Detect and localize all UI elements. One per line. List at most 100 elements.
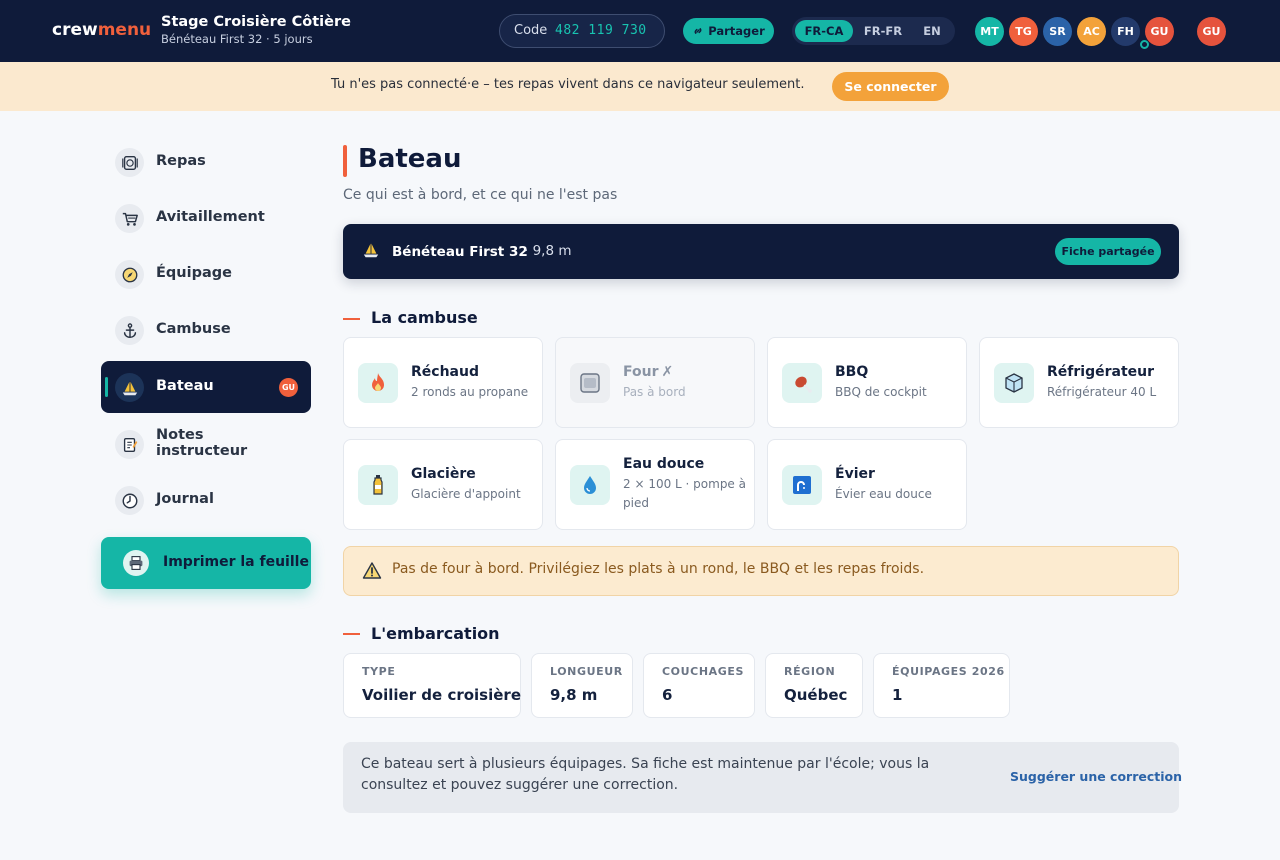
spec-value: 9,8 m xyxy=(550,686,598,704)
sidebar-item-equipage[interactable]: Équipage xyxy=(101,248,311,300)
trip-code-value: 482 119 730 xyxy=(555,23,647,38)
page-subtitle: Ce qui est à bord, et ce qui ne l'est pa… xyxy=(343,187,618,203)
equipment-card-eau-douce[interactable]: Eau douce 2 × 100 L · pompe à pied xyxy=(555,439,755,530)
print-sheet-label: Imprimer la feuille xyxy=(163,554,309,570)
spec-label: LONGUEUR xyxy=(550,665,623,678)
cart-icon xyxy=(115,204,144,233)
flame-icon xyxy=(358,363,398,403)
printer-icon xyxy=(123,550,149,576)
print-sheet-button[interactable]: Imprimer la feuille xyxy=(101,537,311,589)
current-user-avatar[interactable]: GU xyxy=(1197,17,1226,46)
trip-title: Stage Croisière Côtière xyxy=(161,14,351,30)
login-button[interactable]: Se connecter xyxy=(832,72,949,101)
sidebar-item-notes[interactable]: Notes instructeur xyxy=(101,418,311,470)
shared-sheet-badge[interactable]: Fiche partagée xyxy=(1055,238,1161,265)
spec-value: Québec xyxy=(784,686,848,704)
avatar-fh[interactable]: FH xyxy=(1111,17,1140,46)
spec-value: 6 xyxy=(662,686,673,704)
oven-icon xyxy=(570,363,610,403)
unavailable-mark: ✗ xyxy=(661,363,674,380)
alert-text: Pas de four à bord. Privilégiez les plat… xyxy=(392,561,925,577)
suggest-correction-link[interactable]: Suggérer une correction xyxy=(1010,769,1182,784)
spec-region: RÉGION Québec xyxy=(765,653,863,718)
equipment-card-refrigerateur[interactable]: Réfrigérateur Réfrigérateur 40 L xyxy=(979,337,1179,428)
sidebar-item-avitaillement[interactable]: Avitaillement xyxy=(101,192,311,244)
bottle-icon xyxy=(358,465,398,505)
avatar-gu[interactable]: GU xyxy=(1145,17,1174,46)
galley-section-title: La cambuse xyxy=(371,308,478,327)
boat-length: · 9,8 m xyxy=(524,243,572,259)
page-title: Bateau xyxy=(358,144,462,174)
vessel-section-title: L'embarcation xyxy=(371,624,500,643)
spec-label: TYPE xyxy=(362,665,396,678)
sidebar-item-label: Repas xyxy=(156,153,206,169)
share-button-label: Partager xyxy=(708,24,765,38)
meat-icon xyxy=(782,363,822,403)
section-accent xyxy=(343,318,360,320)
equipment-title: BBQ xyxy=(835,363,869,380)
avatar-sr[interactable]: SR xyxy=(1043,17,1072,46)
spec-equipages: ÉQUIPAGES 2026 1 xyxy=(873,653,1010,718)
equipment-desc: Réfrigérateur 40 L xyxy=(1047,384,1157,399)
avatar-mt[interactable]: MT xyxy=(975,17,1004,46)
sidebar-item-label: Équipage xyxy=(156,265,232,281)
sidebar-item-label: Bateau xyxy=(156,378,214,394)
lang-fr-fr[interactable]: FR-FR xyxy=(855,20,911,42)
equipment-desc: Évier eau douce xyxy=(835,486,932,501)
trip-info: Stage Croisière Côtière Bénéteau First 3… xyxy=(161,14,351,46)
trip-code[interactable]: Code 482 119 730 xyxy=(499,14,665,48)
warning-icon xyxy=(362,562,382,579)
spec-type: TYPE Voilier de croisière xyxy=(343,653,521,718)
app-logo[interactable]: crewmenu xyxy=(52,20,151,40)
spec-label: RÉGION xyxy=(784,665,836,678)
avatar-tg[interactable]: TG xyxy=(1009,17,1038,46)
active-user-badge: GU xyxy=(279,378,298,397)
shared-boat-note: Ce bateau sert à plusieurs équipages. Sa… xyxy=(343,742,1182,813)
lang-en[interactable]: EN xyxy=(913,20,951,42)
equipment-desc: Pas à bord xyxy=(623,384,686,399)
equipment-title: Évier xyxy=(835,465,875,482)
boat-name: Bénéteau First 32 xyxy=(392,244,528,260)
plate-icon xyxy=(115,148,144,177)
spec-couchages: COUCHAGES 6 xyxy=(643,653,755,718)
equipment-card-evier[interactable]: Évier Évier eau douce xyxy=(767,439,967,530)
clock-icon xyxy=(115,486,144,515)
equipment-card-glaciere[interactable]: Glacière Glacière d'appoint xyxy=(343,439,543,530)
equipment-desc: BBQ de cockpit xyxy=(835,384,927,399)
spec-longueur: LONGUEUR 9,8 m xyxy=(531,653,633,718)
spec-value: 1 xyxy=(892,686,903,704)
equipment-card-bbq[interactable]: BBQ BBQ de cockpit xyxy=(767,337,967,428)
equipment-card-four[interactable]: Four ✗ Pas à bord xyxy=(555,337,755,428)
equipment-card-rechaud[interactable]: Réchaud 2 ronds au propane xyxy=(343,337,543,428)
section-accent xyxy=(343,633,360,635)
spec-label: ÉQUIPAGES 2026 xyxy=(892,665,1005,678)
sidebar-item-journal[interactable]: Journal xyxy=(101,474,311,526)
sidebar-item-bateau[interactable]: Bateau GU xyxy=(101,361,311,413)
anchor-icon xyxy=(115,316,144,345)
login-banner-text: Tu n'es pas connecté·e – tes repas viven… xyxy=(331,77,805,92)
sailboat-icon xyxy=(115,373,144,402)
compass-icon xyxy=(115,260,144,289)
sidebar-item-label: Cambuse xyxy=(156,321,231,337)
faucet-icon xyxy=(782,465,822,505)
avatar-ac[interactable]: AC xyxy=(1077,17,1106,46)
equipment-title: Réfrigérateur xyxy=(1047,363,1154,380)
sailboat-icon xyxy=(363,242,379,258)
link-icon xyxy=(694,28,702,34)
equipment-desc: 2 × 100 L · pompe à pied xyxy=(623,477,746,510)
equipment-title: Glacière xyxy=(411,465,476,482)
equipment-desc: 2 ronds au propane xyxy=(411,384,529,399)
online-indicator xyxy=(1140,40,1149,49)
sidebar-item-repas[interactable]: Repas xyxy=(101,136,311,188)
sidebar-item-cambuse[interactable]: Cambuse xyxy=(101,304,311,356)
share-button[interactable]: Partager xyxy=(683,18,774,44)
notepad-icon xyxy=(115,430,144,459)
title-accent xyxy=(343,145,347,177)
note-text: Ce bateau sert à plusieurs équipages. Sa… xyxy=(361,756,930,793)
equipment-desc: Glacière d'appoint xyxy=(411,486,521,501)
lang-fr-ca[interactable]: FR-CA xyxy=(795,20,853,42)
spec-label: COUCHAGES xyxy=(662,665,745,678)
boat-header: Bénéteau First 32 · 9,8 m Fiche partagée xyxy=(343,224,1179,279)
trip-code-label: Code xyxy=(514,23,548,38)
sidebar-item-label: Notes instructeur xyxy=(156,427,248,459)
